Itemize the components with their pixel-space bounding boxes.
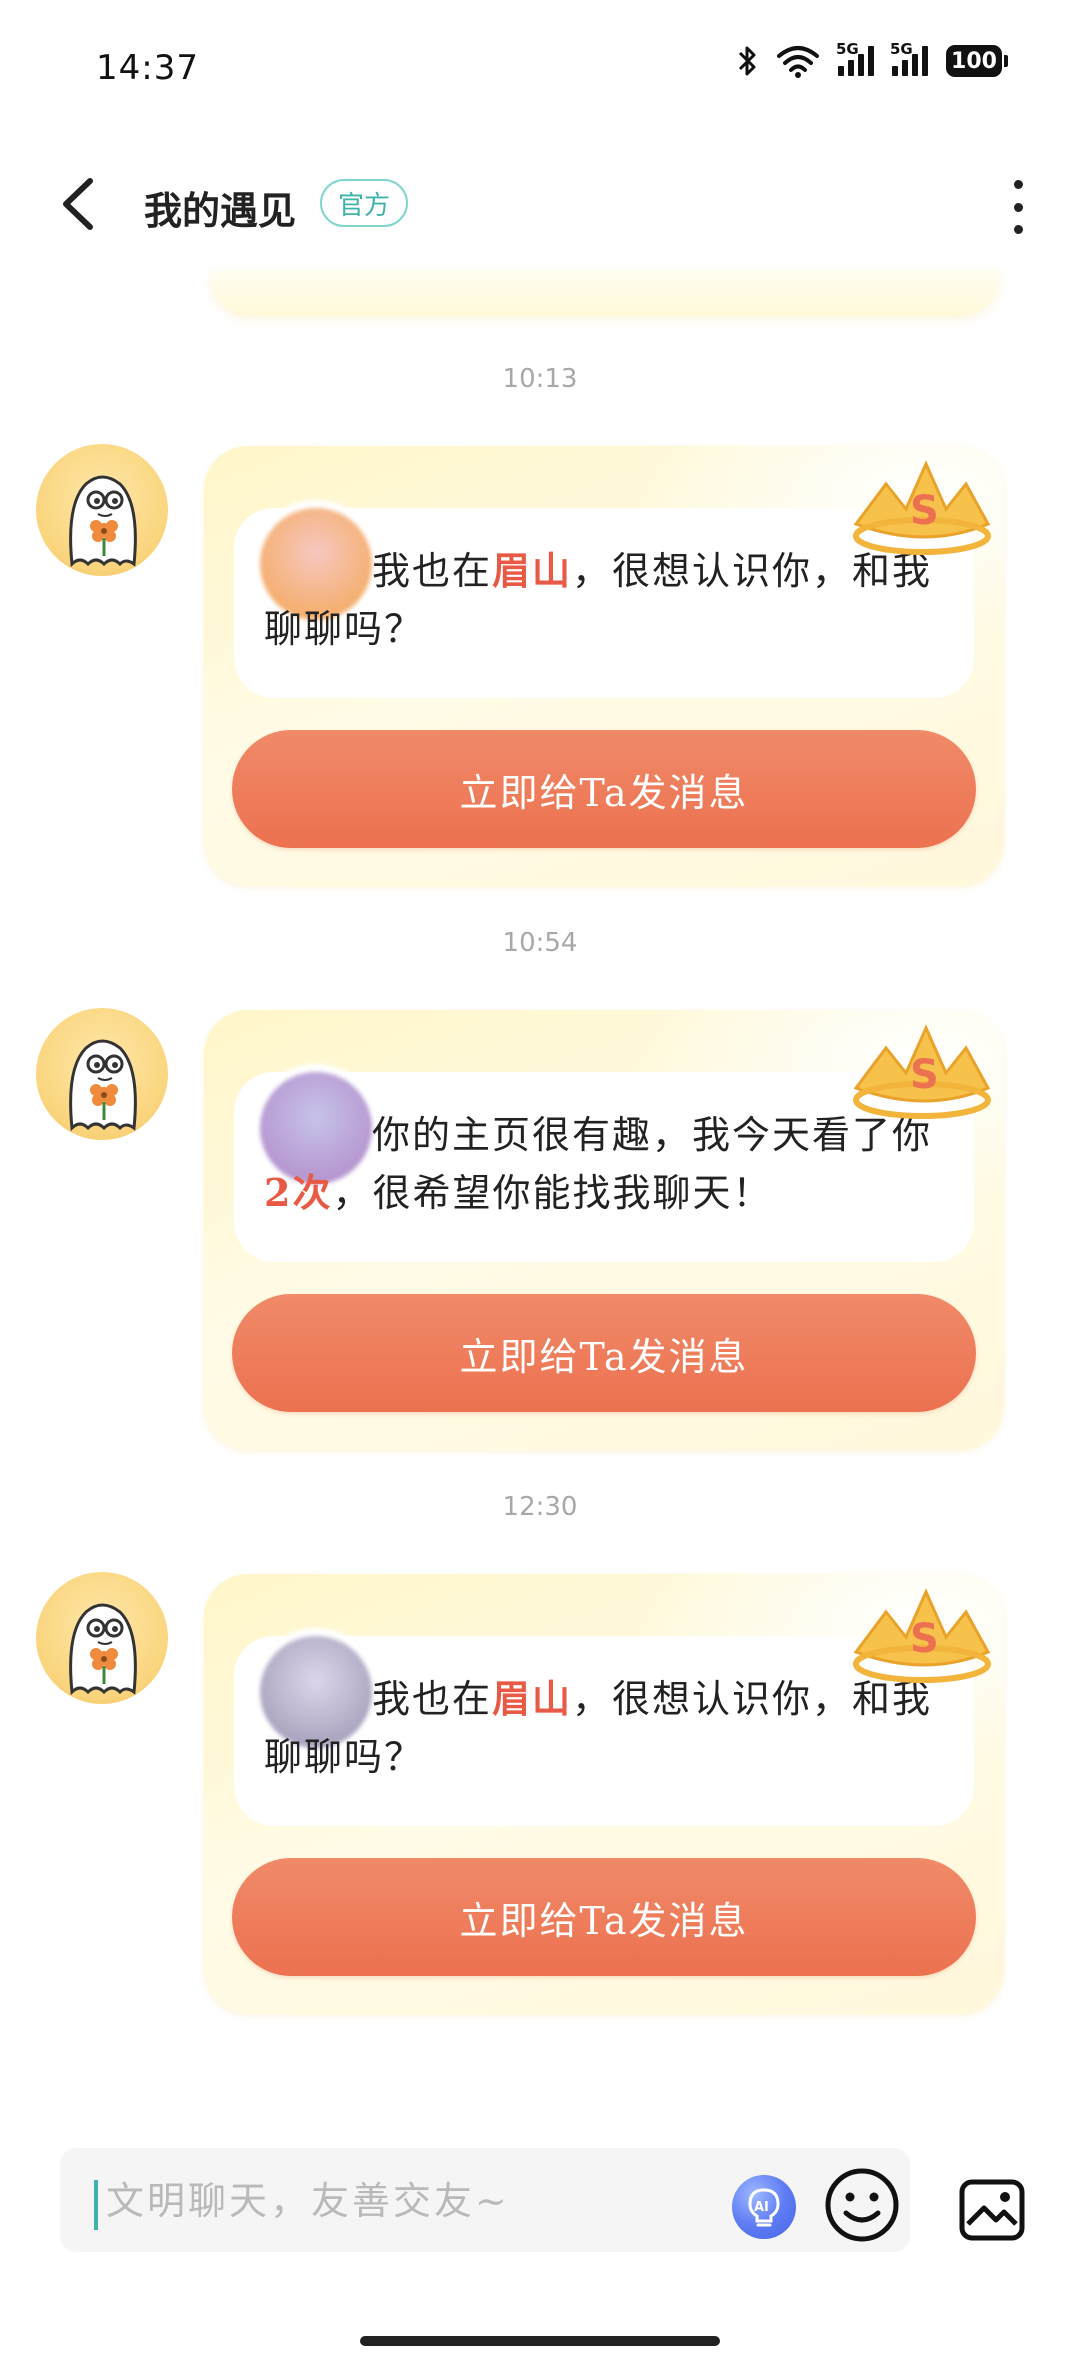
emoji-button[interactable] [822,2165,902,2245]
home-indicator[interactable] [360,2336,720,2346]
text-caret [94,2180,98,2230]
crown-icon: S [853,1024,991,1119]
wifi-icon [777,46,819,78]
avatar[interactable] [36,1572,168,1704]
chevron-left-icon [63,178,93,230]
send-message-button[interactable]: 立即给Ta发消息 [232,1858,976,1976]
message-input[interactable] [104,2170,668,2232]
ai-bulb-icon: AI [748,2188,780,2227]
more-button[interactable] [1004,180,1032,234]
message-card: 我也在眉山，很想认识你，和我聊聊吗？ S 立即给Ta发消息 [204,446,1004,886]
official-badge: 官方 [320,179,409,227]
image-button[interactable] [958,2178,1026,2242]
more-vertical-icon [1013,180,1023,189]
message-timestamp: 10:54 [502,928,578,958]
ghost-mascot-icon [69,1039,137,1132]
smiley-icon [825,2168,899,2242]
svg-text:S: S [910,1052,939,1098]
previous-message-card [210,270,1000,316]
image-icon [959,2179,1025,2241]
ghost-mascot-icon [69,475,137,568]
avatar[interactable] [36,444,168,576]
ai-assistant-button[interactable]: AI [732,2175,796,2239]
message-timestamp: 10:13 [502,364,578,394]
signal-icon: 5G [836,40,874,76]
avatar[interactable] [36,1008,168,1140]
back-button[interactable] [48,174,108,234]
ghost-mascot-icon [69,1603,137,1696]
crown-icon: S [853,1588,991,1683]
bluetooth-icon [738,46,756,76]
svg-text:S: S [910,1616,939,1662]
page-title: 我的遇见 [144,188,297,233]
status-time: 14:37 [96,48,199,88]
svg-text:S: S [910,488,939,534]
send-message-button[interactable]: 立即给Ta发消息 [232,1294,976,1412]
signal-icon: 5G [890,40,928,76]
battery-icon: 100 [946,45,1008,77]
svg-text:AI: AI [754,2200,769,2215]
message-card: 你的主页很有趣，我今天看了你2次，很希望你能找我聊天！ S 立即给Ta发消息 [204,1010,1004,1450]
status-icons: 5G 5G 100 [736,40,1008,78]
message-timestamp: 12:30 [502,1492,578,1522]
send-message-button[interactable]: 立即给Ta发消息 [232,730,976,848]
crown-icon: S [853,460,991,555]
message-card: 我也在眉山，很想认识你，和我聊聊吗？ S 立即给Ta发消息 [204,1574,1004,2014]
